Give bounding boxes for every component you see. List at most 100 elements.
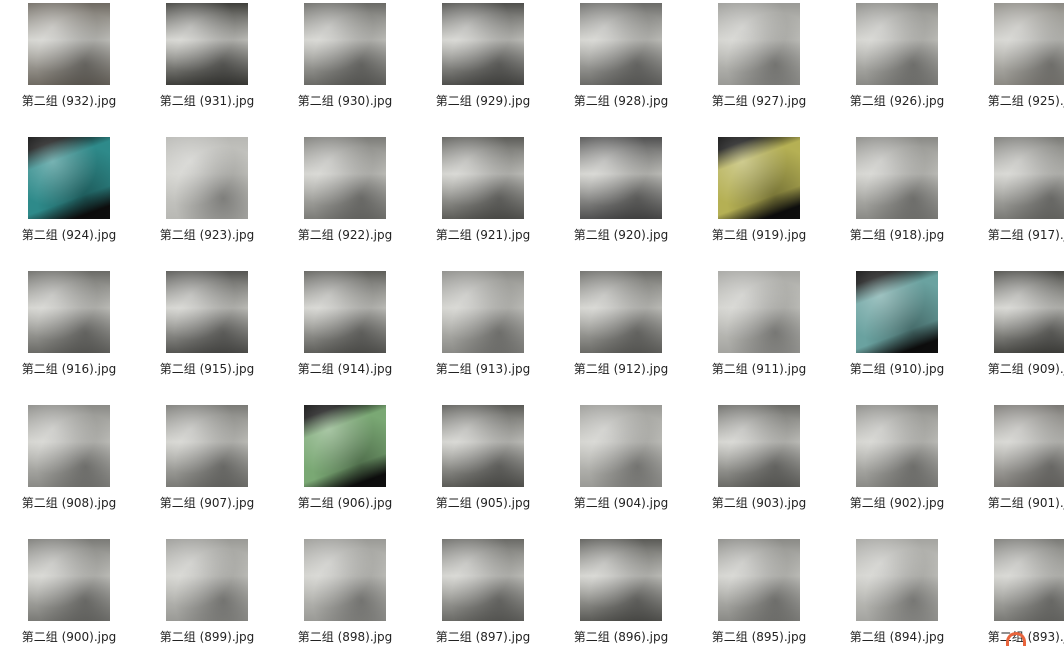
file-thumbnail (138, 404, 276, 488)
file-thumbnail (276, 404, 414, 488)
photo-image (166, 137, 248, 219)
file-item[interactable]: 第二组 (912).jpg (552, 270, 690, 404)
file-item[interactable]: 第二组 (909).jpg (966, 270, 1064, 404)
file-thumbnail (0, 538, 138, 622)
file-item[interactable]: 第二组 (917).jpg (966, 136, 1064, 270)
file-item[interactable]: 第二组 (897).jpg (414, 538, 552, 672)
file-name-label: 第二组 (917).jpg (987, 228, 1064, 242)
file-item[interactable]: 第二组 (904).jpg (552, 404, 690, 538)
photo-image (304, 539, 386, 621)
file-thumbnail (966, 270, 1064, 354)
file-item[interactable]: 第二组 (898).jpg (276, 538, 414, 672)
file-thumbnail (276, 2, 414, 86)
file-item[interactable]: 第二组 (894).jpg (828, 538, 966, 672)
file-item[interactable]: 第二组 (908).jpg (0, 404, 138, 538)
file-name-label: 第二组 (905).jpg (435, 496, 531, 510)
file-item[interactable]: 第二组 (896).jpg (552, 538, 690, 672)
file-thumbnail (0, 2, 138, 86)
file-thumbnail (828, 136, 966, 220)
photo-image (166, 271, 248, 353)
file-name-label: 第二组 (922).jpg (297, 228, 393, 242)
file-item[interactable]: 第二组 (915).jpg (138, 270, 276, 404)
file-item[interactable]: 第二组 (926).jpg (828, 2, 966, 136)
photo-image (28, 539, 110, 621)
file-name-label: 第二组 (912).jpg (573, 362, 669, 376)
file-thumbnail-grid: 第二组 (932).jpg 第二组 (931).jpg 第二组 (930).jpg 第… (0, 0, 1064, 644)
file-item[interactable]: 第二组 (916).jpg (0, 270, 138, 404)
file-thumbnail (138, 136, 276, 220)
file-item[interactable]: 第二组 (903).jpg (690, 404, 828, 538)
file-name-label: 第二组 (901).jpg (987, 496, 1064, 510)
file-item[interactable]: 第二组 (927).jpg (690, 2, 828, 136)
file-item[interactable]: 第二组 (928).jpg (552, 2, 690, 136)
file-thumbnail (828, 404, 966, 488)
file-item[interactable]: 第二组 (907).jpg (138, 404, 276, 538)
file-name-label: 第二组 (931).jpg (159, 94, 255, 108)
file-item[interactable]: 第二组 (921).jpg (414, 136, 552, 270)
file-name-label: 第二组 (928).jpg (573, 94, 669, 108)
file-thumbnail (0, 270, 138, 354)
file-thumbnail (138, 270, 276, 354)
photo-image (718, 405, 800, 487)
file-thumbnail (552, 2, 690, 86)
file-item[interactable]: 第二组 (925).jpg (966, 2, 1064, 136)
file-item[interactable]: 第二组 (930).jpg (276, 2, 414, 136)
file-name-label: 第二组 (906).jpg (297, 496, 393, 510)
photo-image (718, 539, 800, 621)
file-item[interactable]: 第二组 (918).jpg (828, 136, 966, 270)
file-thumbnail (828, 2, 966, 86)
file-item[interactable]: 第二组 (900).jpg (0, 538, 138, 672)
photo-image (718, 3, 800, 85)
file-thumbnail (552, 136, 690, 220)
file-item[interactable]: 第二组 (895).jpg (690, 538, 828, 672)
file-thumbnail (138, 538, 276, 622)
file-thumbnail (414, 136, 552, 220)
file-item[interactable]: 第二组 (913).jpg (414, 270, 552, 404)
file-name-label: 第二组 (908).jpg (21, 496, 117, 510)
file-item[interactable]: 第二组 (920).jpg (552, 136, 690, 270)
file-name-label: 第二组 (923).jpg (159, 228, 255, 242)
file-item[interactable]: 第二组 (924).jpg (0, 136, 138, 270)
file-name-label: 第二组 (918).jpg (849, 228, 945, 242)
photo-image (580, 405, 662, 487)
photo-image (28, 3, 110, 85)
file-name-label: 第二组 (896).jpg (573, 630, 669, 644)
file-thumbnail (690, 538, 828, 622)
photo-image (856, 271, 938, 353)
file-item[interactable]: 第二组 (906).jpg (276, 404, 414, 538)
file-item[interactable]: 第二组 (899).jpg (138, 538, 276, 672)
file-name-label: 第二组 (911).jpg (711, 362, 807, 376)
file-thumbnail (966, 136, 1064, 220)
photo-image (856, 3, 938, 85)
photo-image (580, 3, 662, 85)
photo-image (994, 3, 1064, 85)
file-item[interactable]: 第二组 (922).jpg (276, 136, 414, 270)
file-item[interactable]: 第二组 (901).jpg (966, 404, 1064, 538)
file-item[interactable]: 第二组 (910).jpg (828, 270, 966, 404)
file-item[interactable]: 第二组 (931).jpg (138, 2, 276, 136)
photo-image (994, 405, 1064, 487)
file-name-label: 第二组 (913).jpg (435, 362, 531, 376)
file-item[interactable]: 第二组 (905).jpg (414, 404, 552, 538)
file-name-label: 第二组 (926).jpg (849, 94, 945, 108)
file-thumbnail (690, 2, 828, 86)
file-item[interactable]: 第二组 (923).jpg (138, 136, 276, 270)
file-name-label: 第二组 (914).jpg (297, 362, 393, 376)
file-item[interactable]: 第二组 (911).jpg (690, 270, 828, 404)
photo-image (304, 271, 386, 353)
file-item[interactable]: 第二组 (914).jpg (276, 270, 414, 404)
file-thumbnail (966, 404, 1064, 488)
file-item[interactable]: 第二组 (893).jpg (966, 538, 1064, 672)
file-thumbnail (0, 136, 138, 220)
file-item[interactable]: 第二组 (929).jpg (414, 2, 552, 136)
file-name-label: 第二组 (925).jpg (987, 94, 1064, 108)
file-name-label: 第二组 (898).jpg (297, 630, 393, 644)
file-thumbnail (276, 136, 414, 220)
file-item[interactable]: 第二组 (919).jpg (690, 136, 828, 270)
file-item[interactable]: 第二组 (932).jpg (0, 2, 138, 136)
photo-image (166, 3, 248, 85)
photo-image (304, 3, 386, 85)
file-item[interactable]: 第二组 (902).jpg (828, 404, 966, 538)
file-name-label: 第二组 (900).jpg (21, 630, 117, 644)
file-name-label: 第二组 (915).jpg (159, 362, 255, 376)
